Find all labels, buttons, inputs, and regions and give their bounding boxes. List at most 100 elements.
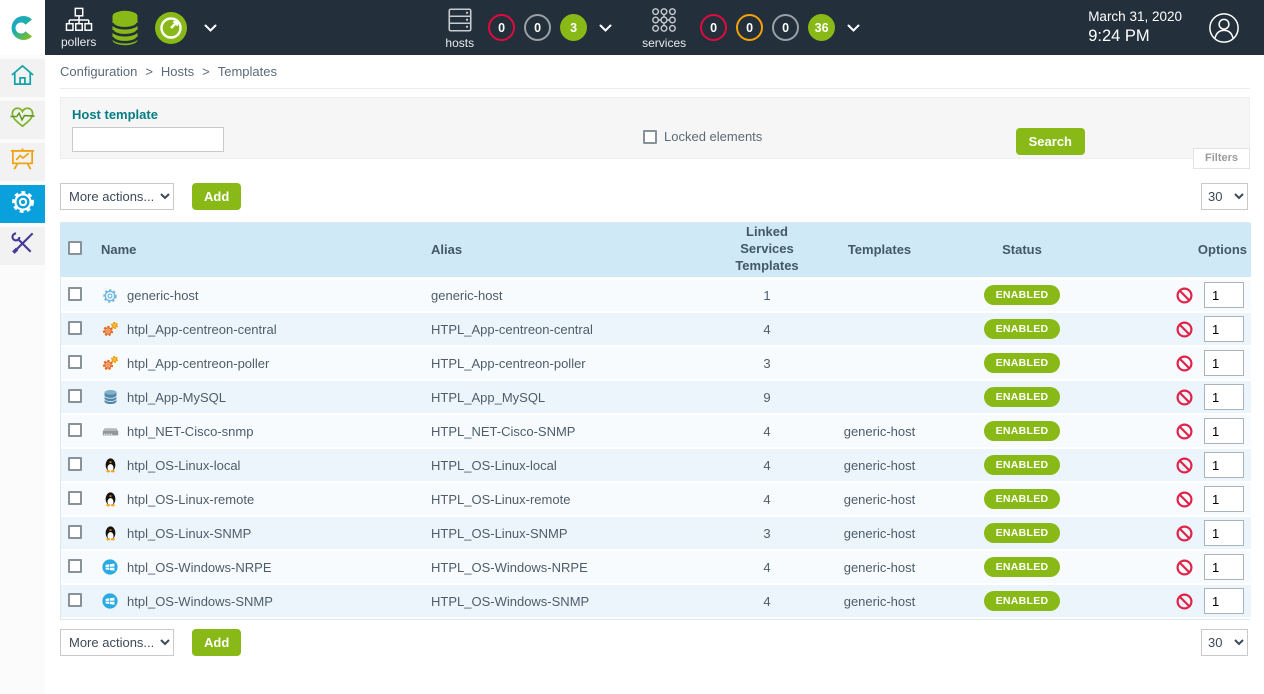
centreon-logo-icon xyxy=(8,13,38,43)
host-template-name[interactable]: htpl_OS-Linux-local xyxy=(127,458,240,473)
services-badge-gray[interactable]: 0 xyxy=(772,14,799,41)
page-size-select[interactable]: 30 xyxy=(1201,629,1248,656)
time-text: 9:24 PM xyxy=(1088,26,1182,47)
disable-icon[interactable] xyxy=(1176,355,1193,372)
chevron-down-icon[interactable] xyxy=(599,24,612,32)
row-select-checkbox[interactable] xyxy=(68,287,82,301)
search-button[interactable]: Search xyxy=(1016,128,1085,155)
column-linked-services-templates[interactable]: Linked Services Templates xyxy=(697,223,837,278)
pollers-item[interactable]: pollers xyxy=(61,7,96,48)
row-select-checkbox[interactable] xyxy=(68,457,82,471)
services-badge-red[interactable]: 0 xyxy=(700,14,727,41)
options-order-input[interactable] xyxy=(1204,520,1244,546)
more-actions-select[interactable]: More actions... xyxy=(60,629,174,656)
hosts-badge-red[interactable]: 0 xyxy=(488,14,515,41)
status-badge: ENABLED xyxy=(984,319,1061,339)
host-template-name[interactable]: htpl_OS-Windows-SNMP xyxy=(127,594,273,609)
services-badge-orange[interactable]: 0 xyxy=(736,14,763,41)
disable-icon[interactable] xyxy=(1176,321,1193,338)
host-template-input[interactable] xyxy=(72,127,224,152)
network-switch-icon xyxy=(101,423,119,439)
row-select-checkbox[interactable] xyxy=(68,321,82,335)
hosts-label: hosts xyxy=(445,37,474,49)
more-actions-select[interactable]: More actions... xyxy=(60,183,174,210)
options-order-input[interactable] xyxy=(1204,554,1244,580)
disable-icon[interactable] xyxy=(1176,457,1193,474)
user-profile-button[interactable] xyxy=(1208,12,1240,44)
column-alias[interactable]: Alias xyxy=(427,223,697,278)
services-label: services xyxy=(642,37,686,49)
options-order-input[interactable] xyxy=(1204,418,1244,444)
disable-icon[interactable] xyxy=(1176,593,1193,610)
options-order-input[interactable] xyxy=(1204,486,1244,512)
host-template-name[interactable]: generic-host xyxy=(127,288,199,303)
host-template-name[interactable]: htpl_NET-Cisco-snmp xyxy=(127,424,253,439)
hosts-item[interactable]: hosts xyxy=(445,6,474,49)
breadcrumb-configuration[interactable]: Configuration xyxy=(60,64,137,79)
sidebar-item-reporting[interactable] xyxy=(0,143,45,181)
row-select-checkbox[interactable] xyxy=(68,525,82,539)
options-order-input[interactable] xyxy=(1204,282,1244,308)
options-order-input[interactable] xyxy=(1204,350,1244,376)
disable-icon[interactable] xyxy=(1176,525,1193,542)
column-status[interactable]: Status xyxy=(922,223,1122,278)
page-size-select[interactable]: 30 xyxy=(1201,183,1248,210)
table-row: htpl_OS-Windows-SNMP HTPL_OS-Windows-SNM… xyxy=(61,584,1251,618)
host-template-name[interactable]: htpl_OS-Windows-NRPE xyxy=(127,560,272,575)
status-badge: ENABLED xyxy=(984,523,1061,543)
options-order-input[interactable] xyxy=(1204,384,1244,410)
row-select-checkbox[interactable] xyxy=(68,593,82,607)
locked-elements-checkbox[interactable] xyxy=(643,130,657,144)
linked-services-templates-cell: 4 xyxy=(697,482,837,516)
gauge-icon[interactable] xyxy=(154,11,188,45)
templates-cell xyxy=(837,278,922,312)
row-select-checkbox[interactable] xyxy=(68,389,82,403)
hosts-status-group: hosts 003 xyxy=(445,6,612,49)
services-badge-green[interactable]: 36 xyxy=(808,14,835,41)
chevron-down-icon[interactable] xyxy=(204,24,217,32)
templates-cell: generic-host xyxy=(837,414,922,448)
sidebar-item-monitoring[interactable] xyxy=(0,101,45,139)
centreon-logo[interactable] xyxy=(0,0,45,55)
disable-icon[interactable] xyxy=(1176,491,1193,508)
hosts-badge-green[interactable]: 3 xyxy=(560,14,587,41)
row-select-checkbox[interactable] xyxy=(68,423,82,437)
add-button[interactable]: Add xyxy=(192,629,241,656)
host-templates-table: Name Alias Linked Services Templates Tem… xyxy=(60,222,1250,620)
alias-cell: HTPL_OS-Linux-remote xyxy=(427,482,697,516)
status-badge: ENABLED xyxy=(984,591,1061,611)
options-order-input[interactable] xyxy=(1204,316,1244,342)
disable-icon[interactable] xyxy=(1176,287,1193,304)
row-select-checkbox[interactable] xyxy=(68,355,82,369)
host-template-name[interactable]: htpl_App-centreon-poller xyxy=(127,356,269,371)
linux-icon xyxy=(101,491,119,507)
host-template-name[interactable]: htpl_OS-Linux-remote xyxy=(127,492,254,507)
topbar: pollers hosts 003 services 00036 March 3… xyxy=(0,0,1264,55)
column-templates[interactable]: Templates xyxy=(837,223,922,278)
filters-tab[interactable]: Filters xyxy=(1193,148,1250,169)
column-options[interactable]: Options xyxy=(1122,223,1251,278)
column-name[interactable]: Name xyxy=(97,223,427,278)
select-all-checkbox[interactable] xyxy=(68,241,82,255)
add-button[interactable]: Add xyxy=(192,183,241,210)
hosts-badge-gray[interactable]: 0 xyxy=(524,14,551,41)
disable-icon[interactable] xyxy=(1176,559,1193,576)
host-template-name[interactable]: htpl_OS-Linux-SNMP xyxy=(127,526,251,541)
database-green-icon[interactable] xyxy=(110,10,140,46)
disable-icon[interactable] xyxy=(1176,389,1193,406)
breadcrumb-hosts[interactable]: Hosts xyxy=(161,64,194,79)
options-order-input[interactable] xyxy=(1204,588,1244,614)
alias-cell: HTPL_OS-Windows-NRPE xyxy=(427,550,697,584)
breadcrumb-templates[interactable]: Templates xyxy=(218,64,277,79)
row-select-checkbox[interactable] xyxy=(68,559,82,573)
sidebar-item-configuration[interactable] xyxy=(0,185,45,223)
services-item[interactable]: services xyxy=(642,6,686,49)
host-template-name[interactable]: htpl_App-centreon-central xyxy=(127,322,277,337)
sidebar-item-home[interactable] xyxy=(0,59,45,97)
chevron-down-icon[interactable] xyxy=(847,24,860,32)
sidebar-item-administration[interactable] xyxy=(0,227,45,265)
row-select-checkbox[interactable] xyxy=(68,491,82,505)
options-order-input[interactable] xyxy=(1204,452,1244,478)
host-template-name[interactable]: htpl_App-MySQL xyxy=(127,390,226,405)
disable-icon[interactable] xyxy=(1176,423,1193,440)
